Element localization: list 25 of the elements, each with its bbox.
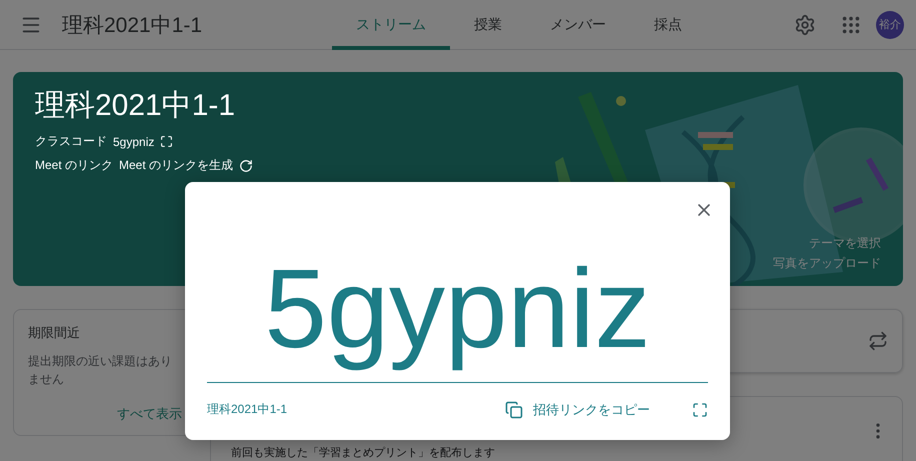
class-code: 5gypniz	[113, 134, 154, 148]
post-text: 前回も実施した「学習まとめプリント」を配布します	[231, 447, 496, 460]
copy-icon[interactable]	[505, 400, 523, 419]
refresh-icon[interactable]	[239, 158, 254, 172]
view-all-link[interactable]: すべて表示	[117, 405, 182, 423]
fullscreen-icon[interactable]	[160, 135, 174, 148]
nav-tab[interactable]: 採点	[630, 0, 706, 50]
fullscreen-icon[interactable]	[692, 402, 708, 418]
upcoming-title: 期限間近	[28, 324, 81, 342]
user-avatar[interactable]: 裕介	[876, 10, 904, 38]
banner-title: 理科2021中1-1	[35, 88, 236, 124]
nav-tab[interactable]: 授業	[450, 0, 526, 50]
upcoming-message: 提出期限の近い課題はありません	[28, 353, 173, 388]
select-theme-link[interactable]: テーマを選択	[809, 235, 881, 252]
nav-tab[interactable]: ストリーム	[332, 0, 450, 50]
swap-icon[interactable]	[868, 331, 888, 351]
class-code-label: クラスコード	[35, 133, 107, 150]
class-code-large: 5gypniz	[264, 245, 651, 373]
nav-tab[interactable]: メンバー	[526, 0, 630, 50]
meet-label: Meet のリンク	[35, 157, 114, 174]
copy-invite-link-button[interactable]: 招待リンクをコピー	[499, 400, 656, 420]
dialog-class-name: 理科2021中1-1	[207, 401, 288, 418]
class-title: 理科2021中1-1	[62, 12, 204, 38]
upload-photo-link[interactable]: 写真をアップロード	[773, 255, 881, 272]
meet-generate-link[interactable]: Meet のリンクを生成	[119, 157, 234, 174]
